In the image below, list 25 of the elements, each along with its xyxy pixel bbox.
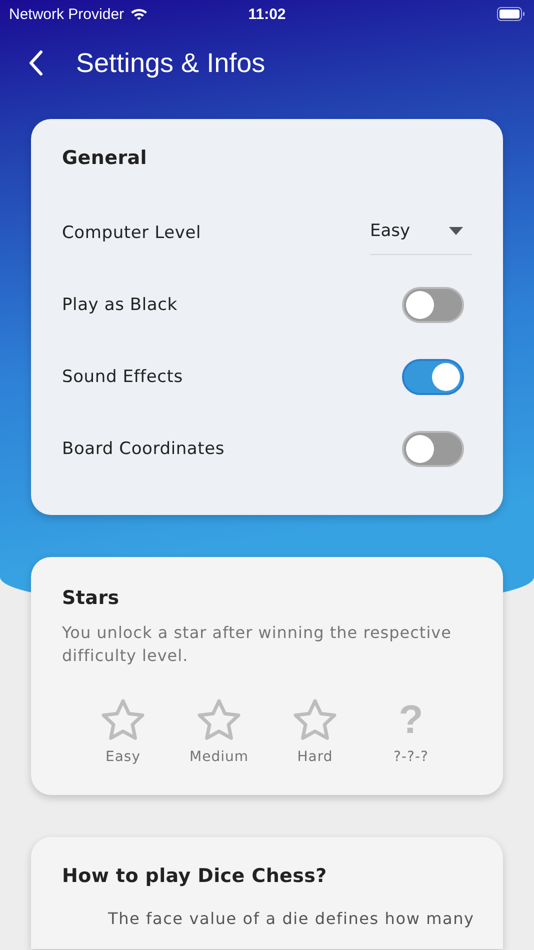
- stars-description: You unlock a star after winning the respective difficulty level.: [62, 622, 452, 667]
- setting-label: Computer Level: [62, 223, 201, 243]
- star-label: Easy: [105, 749, 140, 765]
- question-mark: ?: [398, 697, 424, 743]
- caret-icon: [449, 226, 463, 234]
- battery-icon: [497, 7, 525, 21]
- toggle-switch[interactable]: [402, 431, 464, 467]
- star-label: Medium: [190, 749, 248, 765]
- star-label: Hard: [297, 749, 333, 765]
- page-title: Settings & Infos: [76, 48, 266, 78]
- setting-label: Play as Black: [62, 295, 178, 315]
- toggle-switch[interactable]: [402, 287, 464, 323]
- setting-label: Sound Effects: [62, 367, 183, 387]
- section-title: Stars: [62, 587, 120, 609]
- rules-text: The face value of a die defines how many: [108, 909, 474, 929]
- toggle-switch[interactable]: [402, 359, 464, 395]
- setting-label: Board Coordinates: [62, 439, 225, 459]
- section-title: How to play Dice Chess?: [62, 865, 328, 887]
- section-title: General: [62, 147, 148, 169]
- star-label: ?-?-?: [394, 749, 428, 765]
- clock-time: 11:02: [248, 6, 286, 22]
- carrier-name: Network Provider: [9, 6, 124, 22]
- back-chevron-icon: [28, 50, 44, 76]
- wifi-icon: [130, 7, 148, 21]
- level-dropdown[interactable]: Easy: [370, 211, 472, 255]
